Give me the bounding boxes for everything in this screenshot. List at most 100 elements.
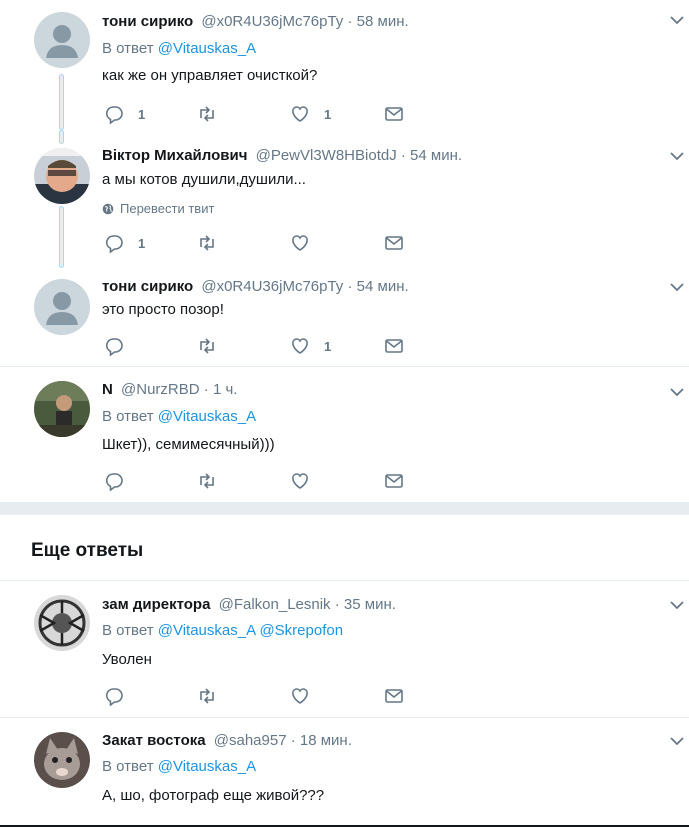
tweet-text: как же он управляет очисткой? [102,67,318,84]
retweet-button[interactable] [197,686,231,706]
direct-message-button[interactable] [384,686,404,706]
reply-prefix: В ответ [102,758,154,775]
default-avatar[interactable] [34,12,90,68]
chevron-down-icon[interactable] [669,281,685,293]
divider [0,580,689,581]
reply-prefix: В ответ [102,408,154,425]
mention-link[interactable]: @Vitauskas_A [158,40,256,57]
reply-button[interactable] [104,471,138,491]
chevron-down-icon[interactable] [669,386,685,398]
retweet-button[interactable] [197,233,231,253]
user-avatar[interactable] [34,381,90,437]
reply-button[interactable] [104,336,138,356]
tweet-text: это просто позор! [102,301,224,318]
timestamp[interactable]: 1 ч. [213,381,238,398]
user-avatar[interactable] [34,732,90,788]
retweet-icon [200,688,214,704]
reply-icon [105,235,123,253]
mention-link[interactable]: @Skrepofon [259,622,343,639]
chevron-down-icon[interactable] [669,735,685,747]
chevron-down-icon[interactable] [669,150,685,162]
timestamp[interactable]: 54 мин. [410,147,462,164]
user-handle[interactable]: @PewVl3W8HBiotdJ [256,147,397,164]
like-button[interactable]: 1 [290,336,331,356]
tweet-actions: 1 [104,336,424,356]
tweet-6[interactable]: Закат востока @saha957 · 18 мин. В ответ… [0,719,689,827]
mention-link[interactable]: @Vitauskas_A [158,622,256,639]
display-name[interactable]: тони сирико [102,13,193,30]
retweet-button[interactable] [197,336,231,356]
display-name[interactable]: N [102,381,113,398]
mention-link[interactable]: @Vitauskas_A [158,758,256,775]
direct-message-button[interactable] [384,104,404,124]
reply-button[interactable]: 1 [104,233,145,253]
timestamp[interactable]: 54 мин. [357,278,409,295]
tweet-text: Уволен [102,651,152,668]
reply-prefix: В ответ [102,622,154,639]
tweet-text: Шкет)), семимесячный))) [102,436,275,453]
retweet-button[interactable] [197,104,231,124]
translate-tweet-link[interactable]: Перевести твит [102,201,214,217]
display-name[interactable]: тони сирико [102,278,193,295]
direct-message-button[interactable] [384,471,404,491]
user-handle[interactable]: @x0R4U36jMc76pTy [201,13,343,30]
display-name[interactable]: Віктор Михайлович [102,147,247,164]
thread-line [59,74,64,130]
mention-link[interactable]: @Vitauskas_A [158,408,256,425]
reply-button[interactable]: 1 [104,104,145,124]
heart-icon [292,688,308,704]
reply-context: В ответ @Vitauskas_A [102,757,256,777]
like-button[interactable] [290,233,324,253]
tweet-header: Віктор Михайлович @PewVl3W8HBiotdJ · 54 … [102,146,462,166]
user-handle[interactable]: @x0R4U36jMc76pTy [201,278,343,295]
globe-icon [102,203,114,215]
like-button[interactable] [290,471,324,491]
heart-icon [292,473,308,489]
retweet-button[interactable] [197,471,231,491]
retweet-icon [200,473,214,489]
tweet-3[interactable]: тони сирико @x0R4U36jMc76pTy · 54 мин. э… [0,265,689,367]
more-replies-heading: Еще ответы [31,540,144,561]
reply-button[interactable] [104,686,138,706]
display-name[interactable]: зам директора [102,596,210,613]
separator-dot: · [334,596,340,613]
separator-dot: · [203,381,209,398]
display-name[interactable]: Закат востока [102,732,206,749]
tweet-actions [104,471,424,491]
timestamp[interactable]: 58 мин. [357,13,409,30]
tweet-header: тони сирико @x0R4U36jMc76pTy · 54 мин. [102,277,409,297]
timestamp[interactable]: 18 мин. [300,732,352,749]
tweet-4[interactable]: N @NurzRBD · 1 ч. В ответ @Vitauskas_A Ш… [0,368,689,502]
chevron-down-icon[interactable] [669,14,685,26]
reply-count: 1 [138,106,146,122]
tweet-1[interactable]: тони сирико @x0R4U36jMc76pTy · 58 мин. В… [0,0,689,130]
chevron-down-icon[interactable] [669,599,685,611]
heart-icon [292,338,308,354]
tweet-5[interactable]: зам директора @Falkon_Lesnik · 35 мин. В… [0,582,689,718]
direct-message-button[interactable] [384,336,404,356]
timestamp[interactable]: 35 мин. [344,596,396,613]
like-button[interactable] [290,686,324,706]
user-avatar[interactable] [34,595,90,651]
envelope-icon [385,474,403,488]
user-handle[interactable]: @NurzRBD [121,381,200,398]
envelope-icon [385,107,403,121]
thread-line [59,206,64,268]
tweet-header: зам директора @Falkon_Lesnik · 35 мин. [102,595,396,615]
tweet-2[interactable]: Віктор Михайлович @PewVl3W8HBiotdJ · 54 … [0,130,689,268]
tweet-actions: 1 1 [104,104,424,124]
direct-message-button[interactable] [384,233,404,253]
reply-prefix: В ответ [102,40,154,57]
reply-icon [105,338,123,356]
reply-icon [105,473,123,491]
envelope-icon [385,339,403,353]
user-handle[interactable]: @Falkon_Lesnik [219,596,331,613]
like-button[interactable]: 1 [290,104,331,124]
retweet-icon [200,338,214,354]
default-avatar[interactable] [34,279,90,335]
user-avatar[interactable] [34,148,90,204]
reply-context: В ответ @Vitauskas_A [102,39,256,59]
user-handle[interactable]: @saha957 [214,732,287,749]
reply-context: В ответ @Vitauskas_A [102,407,256,427]
heart-icon [292,235,308,251]
